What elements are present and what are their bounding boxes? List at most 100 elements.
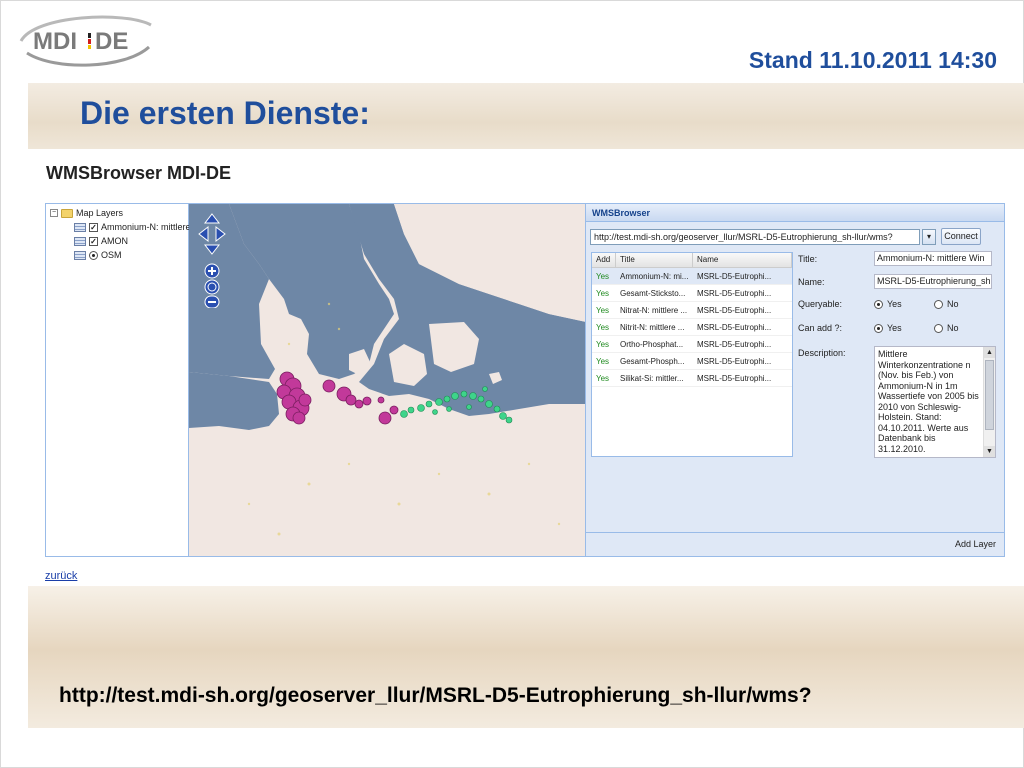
grid-header: Add Title Name bbox=[592, 253, 792, 268]
map-navigation bbox=[197, 212, 227, 308]
can-add-no[interactable]: No bbox=[934, 323, 994, 333]
folder-icon bbox=[61, 208, 73, 218]
tree-layer-ammonium[interactable]: ✓ Ammonium-N: mittlere bbox=[74, 222, 191, 232]
cell-name: MSRL-D5-Eutrophi... bbox=[697, 305, 772, 315]
column-name[interactable]: Name bbox=[693, 253, 792, 267]
scroll-up-icon[interactable]: ▲ bbox=[984, 347, 995, 358]
cell-add: Yes bbox=[596, 322, 610, 332]
layer-checkbox[interactable]: ✓ bbox=[89, 222, 98, 232]
tree-layer-label: AMON bbox=[101, 236, 128, 246]
layer-grid: Add Title Name Yes Ammonium-N: mi... MSRL-… bbox=[591, 252, 793, 457]
chevron-down-icon[interactable]: ▾ bbox=[922, 228, 936, 245]
app-title: WMSBrowser MDI-DE bbox=[46, 163, 232, 183]
cell-name: MSRL-D5-Eutrophi... bbox=[697, 288, 772, 298]
can-add-label: Can add ?: bbox=[798, 323, 843, 333]
pan-down-icon bbox=[203, 244, 221, 255]
tree-layer-amon[interactable]: ✓ AMON bbox=[74, 236, 128, 246]
layer-icon bbox=[74, 236, 86, 246]
cell-name: MSRL-D5-Eutrophi... bbox=[697, 322, 772, 332]
app-window: − Map Layers ✓ Ammonium-N: mittlere ✓ AM… bbox=[45, 203, 1005, 557]
no-label: No bbox=[947, 323, 959, 333]
cell-title: Silikat-Si: mittler... bbox=[620, 373, 684, 383]
scroll-down-icon[interactable]: ▼ bbox=[984, 446, 995, 457]
column-title[interactable]: Title bbox=[616, 253, 693, 267]
map-canvas[interactable] bbox=[189, 204, 586, 556]
name-row: Name: MSRL-D5-Eutrophierung_sh bbox=[798, 274, 992, 289]
layer-tree: − Map Layers ✓ Ammonium-N: mittlere ✓ AM… bbox=[46, 204, 191, 556]
cell-title: Ortho-Phosphat... bbox=[620, 339, 684, 349]
add-layer-button[interactable]: Add Layer bbox=[955, 539, 996, 549]
description-text: Mittlere Winterkonzentratione n (Nov. bi… bbox=[878, 349, 979, 454]
cell-name: MSRL-D5-Eutrophi... bbox=[697, 271, 772, 281]
layer-icon bbox=[74, 250, 86, 260]
svg-text:MDI: MDI bbox=[33, 28, 77, 55]
pan-right-icon bbox=[215, 225, 226, 243]
queryable-label: Queryable: bbox=[798, 299, 843, 309]
zoom-world-icon bbox=[204, 279, 220, 295]
radio-icon[interactable] bbox=[934, 323, 943, 333]
name-label: Name: bbox=[798, 276, 825, 287]
description-row: Description: bbox=[798, 348, 874, 358]
radio-icon[interactable] bbox=[934, 299, 943, 309]
slide: MDI DE Stand 11.10.2011 14:30 Die ersten… bbox=[0, 0, 1024, 768]
can-add-yes[interactable]: Yes bbox=[874, 323, 934, 333]
svg-text:DE: DE bbox=[95, 28, 128, 55]
title-row: Title: Ammonium-N: mittlere Win bbox=[798, 251, 992, 266]
layer-checkbox[interactable]: ✓ bbox=[89, 236, 98, 246]
table-row[interactable]: Yes Gesamt-Phosph... MSRL-D5-Eutrophi... bbox=[592, 353, 792, 370]
yes-label: Yes bbox=[887, 323, 902, 333]
cell-add: Yes bbox=[596, 288, 610, 298]
cell-name: MSRL-D5-Eutrophi... bbox=[697, 356, 772, 366]
cell-add: Yes bbox=[596, 305, 610, 315]
pan-up-icon bbox=[203, 213, 221, 224]
cell-title: Nitrat-N: mittlere ... bbox=[620, 305, 688, 315]
layer-radio[interactable] bbox=[89, 250, 98, 260]
slide-title: Die ersten Dienste: bbox=[80, 95, 370, 131]
name-field[interactable]: MSRL-D5-Eutrophierung_sh bbox=[874, 274, 992, 289]
service-url: http://test.mdi-sh.org/geoserver_llur/MS… bbox=[59, 684, 812, 707]
queryable-no[interactable]: No bbox=[934, 299, 994, 309]
tree-layer-label: Ammonium-N: mittlere bbox=[101, 222, 191, 232]
table-row[interactable]: Yes Ortho-Phosphat... MSRL-D5-Eutrophi... bbox=[592, 336, 792, 353]
queryable-yes[interactable]: Yes bbox=[874, 299, 934, 309]
tree-layer-osm[interactable]: OSM bbox=[74, 250, 122, 260]
wms-url-input[interactable] bbox=[590, 228, 920, 245]
wms-panel-title: WMSBrowser bbox=[586, 204, 1004, 222]
table-row[interactable]: Yes Nitrit-N: mittlere ... MSRL-D5-Eutroph… bbox=[592, 319, 792, 336]
cell-name: MSRL-D5-Eutrophi... bbox=[697, 373, 772, 383]
table-row[interactable]: Yes Ammonium-N: mi... MSRL-D5-Eutrophi... bbox=[592, 268, 792, 285]
description-scrollbar[interactable]: ▲ ▼ bbox=[983, 347, 995, 457]
wms-browser-panel: WMSBrowser ▾ Connect Add Title Name YesA… bbox=[586, 204, 1004, 556]
cell-name: MSRL-D5-Eutrophi... bbox=[697, 339, 772, 349]
no-label: No bbox=[947, 299, 959, 309]
table-row[interactable]: Yes Gesamt-Sticksto... MSRL-D5-Eutrophi... bbox=[592, 285, 792, 302]
title-field[interactable]: Ammonium-N: mittlere Win bbox=[874, 251, 992, 266]
cell-add: Yes bbox=[596, 373, 610, 383]
description-textarea[interactable]: Mittlere Winterkonzentratione n (Nov. bi… bbox=[874, 346, 996, 458]
radio-icon[interactable] bbox=[874, 299, 883, 309]
can-add-row: Can add ?: Yes No bbox=[798, 323, 994, 333]
mdi-de-logo: MDI DE bbox=[15, 11, 155, 69]
wms-footer: Add Layer bbox=[586, 532, 1004, 556]
radio-icon[interactable] bbox=[874, 323, 883, 333]
cell-title: Ammonium-N: mi... bbox=[620, 271, 689, 281]
cell-title: Nitrit-N: mittlere ... bbox=[620, 322, 685, 332]
table-row[interactable]: Yes Nitrat-N: mittlere ... MSRL-D5-Eutroph… bbox=[592, 302, 792, 319]
connect-button[interactable]: Connect bbox=[941, 228, 981, 245]
column-add[interactable]: Add bbox=[592, 253, 616, 267]
table-row[interactable]: Yes Silikat-Si: mittler... MSRL-D5-Eutroph… bbox=[592, 370, 792, 387]
tree-layer-label: OSM bbox=[101, 250, 122, 260]
map-view[interactable] bbox=[189, 204, 586, 556]
back-link[interactable]: zurück bbox=[45, 570, 77, 582]
collapse-icon[interactable]: − bbox=[50, 209, 58, 217]
cell-add: Yes bbox=[596, 356, 610, 366]
tree-root-label: Map Layers bbox=[76, 208, 124, 218]
date-stamp: Stand 11.10.2011 14:30 bbox=[748, 47, 997, 73]
embedded-screenshot: WMSBrowser MDI-DE − Map Layers ✓ Ammoniu… bbox=[28, 149, 1024, 586]
tree-root[interactable]: − Map Layers bbox=[50, 208, 123, 218]
yes-label: Yes bbox=[887, 299, 902, 309]
cell-add: Yes bbox=[596, 271, 610, 281]
scroll-thumb[interactable] bbox=[985, 360, 994, 430]
url-row: ▾ Connect bbox=[590, 228, 981, 245]
cell-title: Gesamt-Phosph... bbox=[620, 356, 685, 366]
